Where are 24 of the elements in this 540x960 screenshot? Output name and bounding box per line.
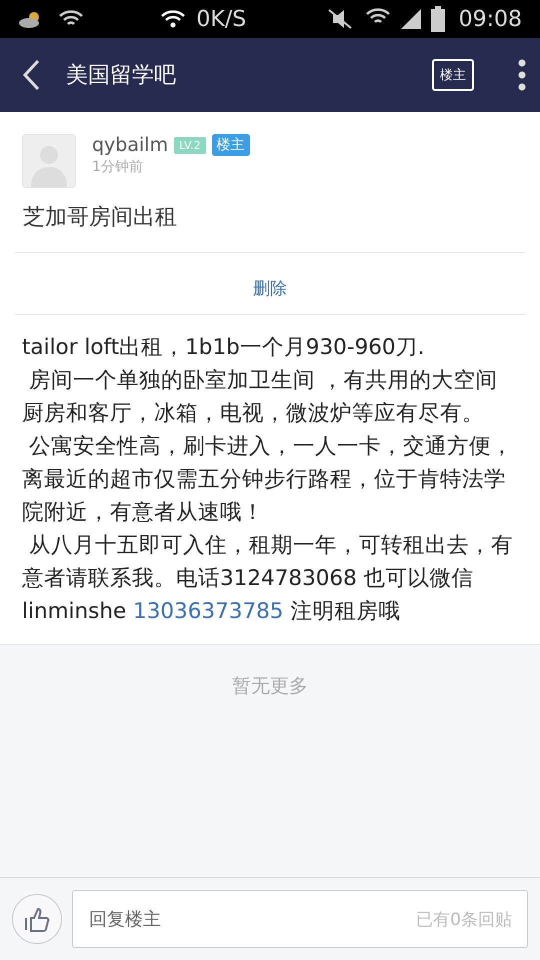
clock: 09:08 [458, 6, 522, 32]
back-icon[interactable] [22, 59, 40, 91]
signal-icon [398, 7, 423, 31]
no-more-label: 暂无更多 [232, 674, 308, 699]
post-paragraph: 公寓安全性高，刷卡进入，一人一卡，交通方便，离最近的超市仅需五分钟步行路程，位于肯特法学院附近，有意者从速哦！ [22, 433, 514, 527]
post-paragraph: tailor loft出租，1b1b一个月930-960刀. [22, 334, 426, 362]
delete-link[interactable]: 删除 [253, 253, 287, 314]
network-speed: 0K/S [196, 6, 246, 32]
battery-icon [430, 6, 445, 32]
more-icon[interactable] [518, 59, 526, 91]
post-title: 芝加哥房间出租 [15, 188, 525, 253]
reply-count: 已有0条回贴 [416, 909, 512, 931]
forum-title: 美国留学吧 [66, 62, 177, 90]
owner-badge: 楼主 [212, 134, 250, 156]
like-button[interactable] [12, 894, 62, 944]
owner-only-button[interactable]: 楼主 [432, 59, 474, 91]
post-paragraph: 房间一个单独的卧室加卫生间 ，有共用的大空间厨房和客厅，冰箱，电视，微波炉等应有尽有。 [22, 367, 499, 428]
post-time: 1分钟前 [92, 158, 144, 176]
level-badge: LV.2 [174, 136, 206, 154]
phone-link[interactable]: 13036373785 [133, 599, 284, 624]
wifi-icon [160, 9, 186, 29]
author-name[interactable]: qybailm [92, 134, 168, 156]
thumbs-up-icon [23, 905, 51, 933]
post-paragraph: 从八月十五即可入住，租期一年，可转租出去，有意者请联系我。电话3124783068 也可以微信linminshe 13036373785 注明租房哦 [22, 532, 514, 626]
